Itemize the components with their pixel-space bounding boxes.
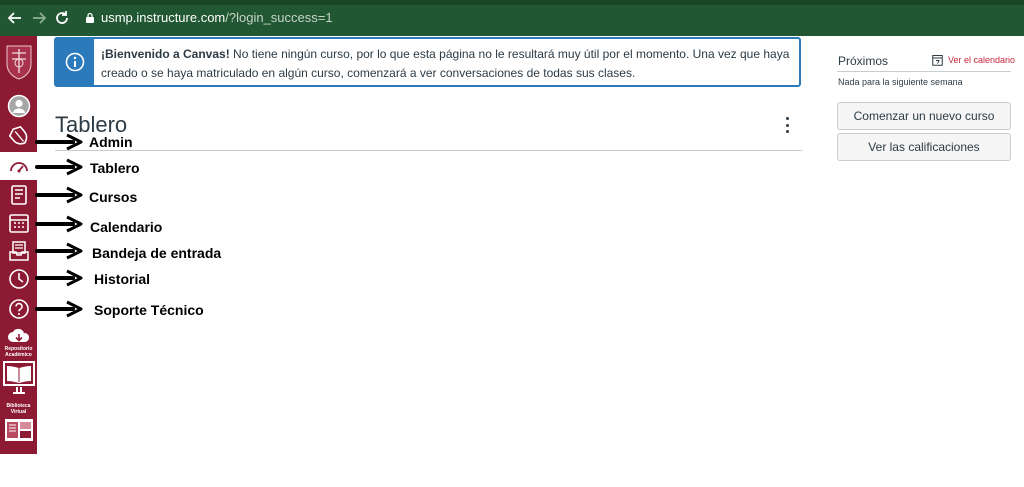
annotation-bandeja-de-entrada: Bandeja de entrada xyxy=(92,245,222,261)
nav-history[interactable] xyxy=(0,265,37,293)
back-arrow-icon[interactable] xyxy=(6,10,24,28)
nav-reprogramacion[interactable] xyxy=(0,416,37,446)
annotation-cursos: Cursos xyxy=(89,189,138,205)
nav-biblioteca-label: Biblioteca Virtual xyxy=(6,403,31,415)
annotation-arrow-tablero xyxy=(35,158,83,176)
nav-reprogramacion-label: Reprogramación xyxy=(2,482,35,487)
url-path: /?login_success=1 xyxy=(225,10,333,25)
nav-biblioteca[interactable] xyxy=(0,359,37,401)
reprogramacion-icon xyxy=(4,419,33,441)
question-icon xyxy=(8,299,29,319)
header-divider xyxy=(55,150,802,151)
clock-icon xyxy=(8,269,29,289)
info-icon-box xyxy=(56,39,94,85)
start-new-course-button[interactable]: Comenzar un nuevo curso xyxy=(837,102,1011,130)
dashboard-options-kebab-icon[interactable] xyxy=(781,117,793,133)
reload-icon[interactable] xyxy=(53,10,71,28)
nav-courses[interactable] xyxy=(0,181,37,209)
nav-help[interactable] xyxy=(0,295,37,323)
annotation-arrow-soporte xyxy=(35,300,83,318)
cloud-download-icon xyxy=(7,328,29,342)
shield-icon xyxy=(8,125,27,145)
annotation-soporte-tecnico: Soporte Técnico xyxy=(94,302,204,318)
nav-repositorio[interactable] xyxy=(0,326,37,346)
upcoming-empty-message: Nada para la siguiente semana xyxy=(838,77,963,87)
address-bar[interactable]: usmp.instructure.com/?login_success=1 xyxy=(101,10,333,26)
annotation-arrow-historial xyxy=(35,269,83,287)
calendar-icon xyxy=(8,214,29,233)
inbox-icon xyxy=(8,241,29,261)
nav-repositorio-label: Repositorio Académico xyxy=(4,346,33,358)
upcoming-divider xyxy=(837,71,1011,72)
banner-strong: ¡Bienvenido a Canvas! xyxy=(101,47,230,61)
nav-calendar[interactable] xyxy=(0,209,37,237)
university-logo[interactable] xyxy=(0,40,37,84)
annotation-arrow-calendario xyxy=(35,215,83,233)
upcoming-heading: Próximos xyxy=(838,54,889,68)
annotation-tablero: Tablero xyxy=(90,160,140,176)
url-host: usmp.instructure.com xyxy=(101,10,226,25)
browser-toolbar: usmp.instructure.com/?login_success=1 xyxy=(0,0,1024,36)
view-grades-button[interactable]: Ver las calificaciones xyxy=(837,133,1011,161)
annotation-historial: Historial xyxy=(94,271,151,287)
nav-inbox[interactable] xyxy=(0,237,37,265)
crest-icon xyxy=(6,45,31,80)
banner-message: ¡Bienvenido a Canvas! No tiene ningún cu… xyxy=(101,45,801,83)
annotation-calendario: Calendario xyxy=(90,219,163,235)
view-calendar-link[interactable]: Ver el calendario xyxy=(948,54,1015,66)
page-title: Tablero xyxy=(55,112,128,137)
user-avatar-icon xyxy=(7,94,30,118)
nav-dashboard[interactable] xyxy=(0,152,37,180)
calendar-small-icon[interactable] xyxy=(932,54,943,66)
lock-icon xyxy=(86,12,94,23)
annotation-arrow-cursos xyxy=(35,186,83,204)
global-navigation: Repositorio Académico Biblioteca Virtual… xyxy=(0,36,37,487)
nav-account[interactable] xyxy=(0,92,37,120)
welcome-info-banner: ¡Bienvenido a Canvas! No tiene ningún cu… xyxy=(54,37,801,87)
speedometer-icon xyxy=(9,162,28,173)
book-icon xyxy=(10,185,27,205)
browser-tab-strip xyxy=(0,0,1024,5)
open-book-monitor-icon xyxy=(2,361,35,394)
forward-arrow-icon[interactable] xyxy=(30,10,48,28)
info-icon xyxy=(65,52,85,72)
nav-admin[interactable] xyxy=(0,122,37,150)
annotation-arrow-bandeja xyxy=(35,242,83,260)
